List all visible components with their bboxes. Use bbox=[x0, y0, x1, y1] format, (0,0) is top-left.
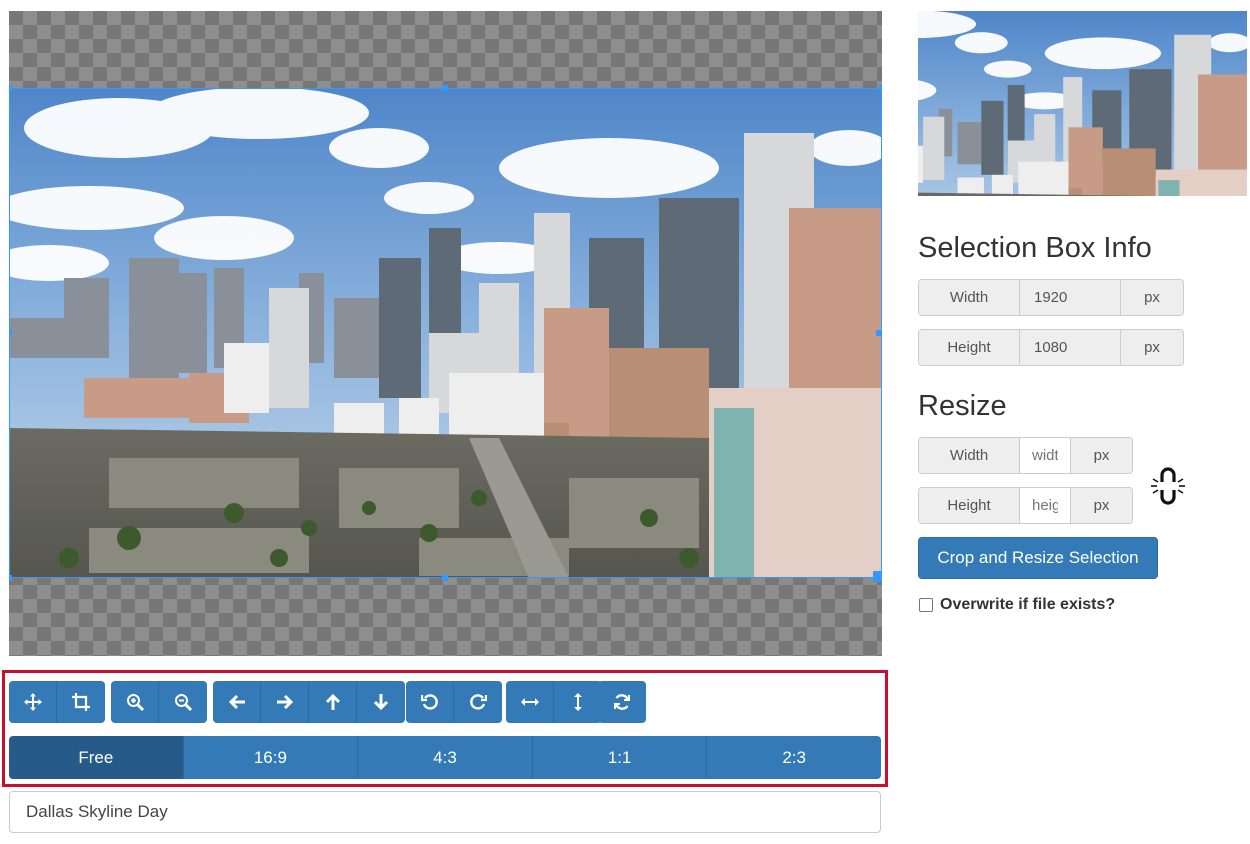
zoom-in-icon bbox=[126, 694, 144, 711]
selection-info-title: Selection Box Info bbox=[918, 232, 1152, 264]
crop-handle-ne[interactable] bbox=[879, 85, 882, 91]
resize-height-unit: px bbox=[1071, 488, 1132, 523]
zoom-in-button[interactable] bbox=[111, 681, 159, 723]
resize-width-label: Width bbox=[919, 438, 1019, 473]
arrow-right-icon bbox=[276, 694, 293, 710]
move-right-button[interactable] bbox=[261, 681, 309, 723]
resize-width-input[interactable] bbox=[1019, 438, 1071, 473]
arrow-down-icon bbox=[373, 694, 389, 711]
image-canvas[interactable] bbox=[9, 11, 882, 656]
arrow-left-icon bbox=[228, 694, 245, 710]
crop-icon bbox=[72, 693, 90, 711]
selection-width-row: Width px bbox=[918, 279, 1184, 316]
rotate-right-button[interactable] bbox=[454, 681, 502, 723]
flip-horizontal-button[interactable] bbox=[506, 681, 554, 723]
unlink-aspect-icon[interactable] bbox=[1148, 464, 1188, 508]
resize-height-row: Height px bbox=[918, 487, 1133, 524]
resize-title: Resize bbox=[918, 390, 1007, 422]
move-icon bbox=[23, 693, 42, 711]
selection-width-field[interactable] bbox=[1019, 280, 1121, 315]
flip-group bbox=[506, 681, 602, 723]
rotate-right-icon bbox=[470, 694, 487, 710]
flip-vertical-button[interactable] bbox=[554, 681, 602, 723]
move-left-button[interactable] bbox=[213, 681, 261, 723]
crop-handle-n[interactable] bbox=[442, 85, 448, 91]
image-name-input[interactable] bbox=[9, 791, 881, 833]
move-button[interactable] bbox=[9, 681, 57, 723]
resize-height-label: Height bbox=[919, 488, 1019, 523]
selection-height-row: Height px bbox=[918, 329, 1184, 366]
rotate-left-button[interactable] bbox=[406, 681, 454, 723]
selection-width-label: Width bbox=[919, 280, 1019, 315]
resize-width-row: Width px bbox=[918, 437, 1133, 474]
move-crop-group bbox=[9, 681, 105, 723]
move-down-button[interactable] bbox=[357, 681, 405, 723]
reset-icon bbox=[614, 694, 630, 710]
resize-width-unit: px bbox=[1071, 438, 1132, 473]
arrow-up-icon bbox=[325, 693, 340, 710]
ratio-2-3-button[interactable]: 2:3 bbox=[707, 736, 881, 779]
selection-height-field[interactable] bbox=[1019, 330, 1121, 365]
flip-horizontal-icon bbox=[520, 698, 539, 706]
zoom-out-icon bbox=[175, 694, 192, 711]
zoom-group bbox=[111, 681, 207, 723]
crop-button[interactable] bbox=[57, 681, 105, 723]
ratio-16-9-button[interactable]: 16:9 bbox=[183, 736, 359, 779]
arrow-group bbox=[213, 681, 405, 723]
crop-handle-sw[interactable] bbox=[9, 575, 12, 581]
rotate-group bbox=[406, 681, 502, 723]
crop-handle-se[interactable] bbox=[873, 571, 882, 582]
selection-height-label: Height bbox=[919, 330, 1019, 365]
overwrite-checkbox[interactable] bbox=[919, 598, 933, 612]
resize-height-input[interactable] bbox=[1019, 488, 1071, 523]
ratio-free-button[interactable]: Free bbox=[9, 736, 184, 779]
selection-height-unit: px bbox=[1121, 330, 1183, 365]
crop-preview bbox=[918, 11, 1247, 196]
zoom-out-button[interactable] bbox=[159, 681, 207, 723]
selection-width-unit: px bbox=[1121, 280, 1183, 315]
crop-handle-w[interactable] bbox=[9, 330, 12, 336]
flip-vertical-icon bbox=[574, 693, 582, 711]
crop-and-resize-button[interactable]: Crop and Resize Selection bbox=[918, 537, 1158, 579]
reset-button[interactable] bbox=[598, 681, 646, 723]
reset-group bbox=[598, 681, 646, 723]
overwrite-option[interactable]: Overwrite if file exists? bbox=[919, 596, 1115, 614]
crop-handle-s[interactable] bbox=[442, 575, 448, 581]
ratio-1-1-button[interactable]: 1:1 bbox=[532, 736, 708, 779]
overwrite-label: Overwrite if file exists? bbox=[940, 596, 1116, 613]
move-up-button[interactable] bbox=[309, 681, 357, 723]
aspect-ratio-group: Free 16:9 4:3 1:1 2:3 bbox=[9, 736, 881, 779]
crop-selection-box[interactable] bbox=[9, 88, 882, 578]
crop-handle-e[interactable] bbox=[876, 330, 882, 336]
rotate-left-icon bbox=[420, 694, 438, 710]
ratio-4-3-button[interactable]: 4:3 bbox=[358, 736, 533, 779]
crop-handle-nw[interactable] bbox=[9, 85, 12, 91]
